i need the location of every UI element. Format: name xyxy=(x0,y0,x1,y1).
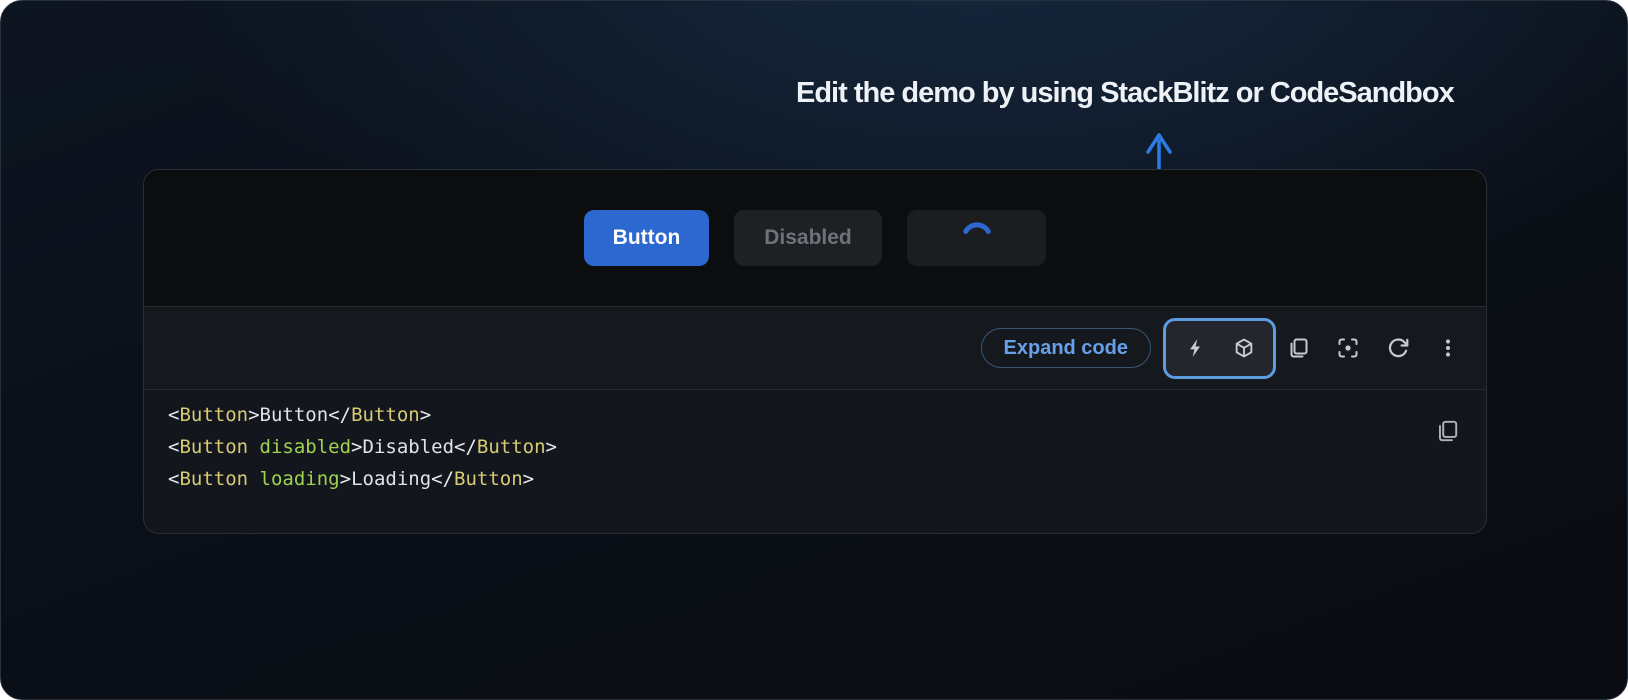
code-token: Button xyxy=(454,468,523,490)
copy-icon[interactable] xyxy=(1286,336,1310,360)
code-token: < xyxy=(168,404,179,426)
toolbar-icon-row xyxy=(1286,336,1460,360)
stackblitz-lightning-icon[interactable] xyxy=(1185,337,1207,359)
code-token: > xyxy=(340,468,351,490)
more-vertical-icon[interactable] xyxy=(1436,336,1460,360)
codesandbox-cube-icon[interactable] xyxy=(1233,337,1255,359)
demo-preview-area: Button Disabled xyxy=(144,170,1486,306)
code-token: > xyxy=(351,436,362,458)
code-line: <Button loading>Loading</Button> xyxy=(168,463,1462,495)
edit-online-group xyxy=(1163,318,1276,379)
code-token: < xyxy=(168,436,179,458)
code-token: > xyxy=(420,404,431,426)
refresh-icon[interactable] xyxy=(1386,336,1410,360)
code-line: <Button disabled>Disabled</Button> xyxy=(168,431,1462,463)
code-token: > xyxy=(248,404,259,426)
code-token: Button xyxy=(477,436,546,458)
demo-primary-button[interactable]: Button xyxy=(584,210,709,266)
code-token: </ xyxy=(328,404,351,426)
isolate-demo-icon[interactable] xyxy=(1336,336,1360,360)
code-line: <Button>Button</Button> xyxy=(168,399,1462,431)
demo-loading-button[interactable] xyxy=(907,210,1046,266)
code-token: disabled xyxy=(248,436,351,458)
code-token: Button xyxy=(179,404,248,426)
code-token: > xyxy=(546,436,557,458)
demo-toolbar: Expand code xyxy=(144,306,1486,390)
demo-disabled-button[interactable]: Disabled xyxy=(734,210,882,266)
code-block: <Button>Button</Button> <Button disabled… xyxy=(144,390,1486,533)
code-token: Button xyxy=(351,404,420,426)
docs-page: Edit the demo by using StackBlitz or Cod… xyxy=(0,0,1628,700)
expand-code-button[interactable]: Expand code xyxy=(981,328,1151,368)
code-copy-icon[interactable] xyxy=(1434,418,1460,444)
demo-panel: Button Disabled Expand code xyxy=(143,169,1487,534)
code-token: loading xyxy=(248,468,340,490)
code-token: Disabled xyxy=(363,436,455,458)
loading-spinner-icon xyxy=(961,222,993,254)
code-token: </ xyxy=(431,468,454,490)
code-token: Button xyxy=(179,436,248,458)
code-token: < xyxy=(168,468,179,490)
code-token: Button xyxy=(260,404,329,426)
annotation-heading: Edit the demo by using StackBlitz or Cod… xyxy=(796,77,1454,110)
code-token: > xyxy=(523,468,534,490)
code-token: Button xyxy=(179,468,248,490)
code-token: </ xyxy=(454,436,477,458)
code-token: Loading xyxy=(351,468,431,490)
